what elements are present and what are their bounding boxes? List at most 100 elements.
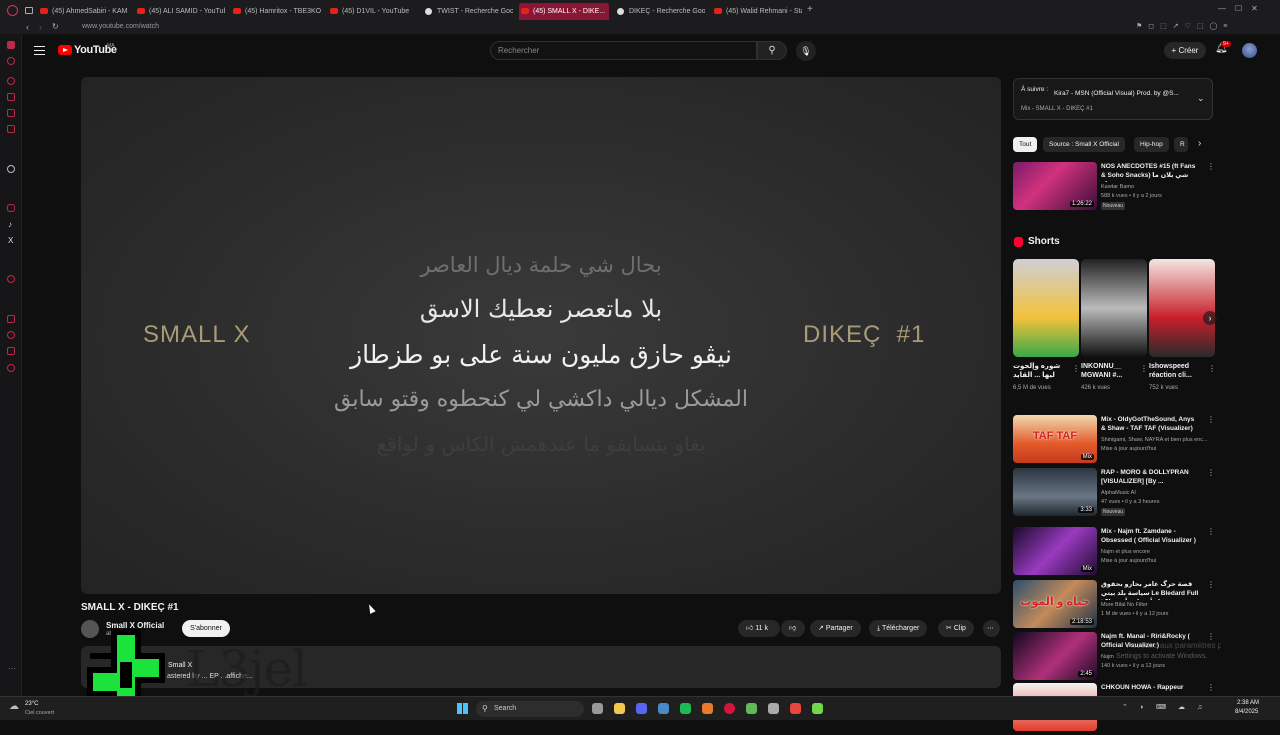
app-icon[interactable]	[746, 703, 757, 714]
short-title[interactable]: Ishowspeed réaction cli...	[1149, 362, 1209, 380]
video-thumbnail[interactable]: TAF TAF Mix	[1013, 415, 1097, 463]
video-title[interactable]: Mix - OldyGotTheSound, Anys & Shaw - TAF…	[1101, 415, 1199, 433]
short-title[interactable]: شوره وإلحوت ليها ... القايد	[1013, 362, 1073, 380]
player-icon[interactable]	[7, 275, 15, 283]
recommended-video[interactable]: 1:26:22 NOS ANECDOTES #15 (ft Fans & Soho…	[1013, 162, 1215, 214]
browser-tab[interactable]: TWIST - Recherche Goog...	[423, 3, 513, 20]
more-vert-icon[interactable]: ⋮	[1072, 364, 1080, 373]
hamburger-menu-icon[interactable]	[34, 46, 45, 55]
new-tab-icon[interactable]: +	[807, 4, 813, 15]
ai-icon[interactable]	[7, 57, 15, 65]
filter-chip[interactable]: Source : Small X Official	[1043, 137, 1125, 152]
download-button[interactable]: ⤓ Télécharger	[869, 620, 928, 637]
more-vert-icon[interactable]: ⋮	[1207, 683, 1215, 692]
browser-tab[interactable]: (45) ALI SAMID - YouTub...	[135, 3, 225, 20]
spotify-icon[interactable]	[680, 703, 691, 714]
taskbar-search[interactable]: ⚲ Search	[476, 701, 584, 717]
video-thumbnail[interactable]: حياة و الموت 2:18:53	[1013, 580, 1097, 628]
home-icon[interactable]	[7, 41, 15, 49]
chevron-down-icon[interactable]: ⌄	[1197, 93, 1205, 104]
system-tray-icons[interactable]: ⌃ ◗ ⌨ ☁ ♫	[1122, 703, 1207, 711]
video-title[interactable]: قصة حرگ عامر بحارو بحقوق سياسة بلد بيتي …	[1101, 580, 1199, 600]
more-vert-icon[interactable]: ⋮	[1207, 527, 1215, 536]
browser-tab[interactable]: (45) AhmedSabiri - KAM...	[38, 3, 128, 20]
chatgpt-icon[interactable]	[7, 165, 15, 173]
weather-temp[interactable]: 23°C	[25, 701, 38, 707]
short-title[interactable]: INKONNU__ MGWANI #...	[1081, 362, 1141, 380]
browser-tab[interactable]: (45) SMALL X - DIKE...	[519, 3, 609, 20]
short-thumbnail[interactable]	[1149, 259, 1215, 357]
recommended-video[interactable]: 3:33 RAP - MORO & DOLLYPRAN [VISUALIZER] …	[1013, 468, 1215, 520]
more-vert-icon[interactable]: ⋮	[1207, 162, 1215, 171]
settings-icon[interactable]	[7, 364, 15, 372]
back-icon[interactable]: ‹	[26, 22, 29, 32]
video-channel[interactable]: More Bilal No Filter	[1101, 602, 1213, 608]
video-channel[interactable]: Shinigami, Shaw, NAYRA et bien plus enc.…	[1101, 437, 1213, 443]
history-icon[interactable]	[7, 77, 15, 85]
shorts-next-icon[interactable]: ›	[1203, 311, 1217, 325]
wallet-icon[interactable]	[7, 109, 15, 117]
video-title[interactable]: CHKOUN HOWA - Rappeur	[1101, 683, 1199, 692]
video-title[interactable]: Mix - Najm ft. Zamdane - Obsessed ( Offi…	[1101, 527, 1199, 545]
filter-chip[interactable]: Tout	[1013, 137, 1038, 152]
video-channel[interactable]: Kawtar Bamo	[1101, 184, 1213, 190]
task-view-icon[interactable]	[592, 703, 603, 714]
video-thumbnail[interactable]: Mix	[1013, 527, 1097, 575]
clip-button[interactable]: ✂ Clip	[938, 620, 974, 637]
tab-view-icon[interactable]	[25, 7, 33, 14]
video-title[interactable]: RAP - MORO & DOLLYPRAN [VISUALIZER] [By …	[1101, 468, 1199, 486]
like-button[interactable]: 👍︎ 11 k	[738, 620, 780, 637]
more-vert-icon[interactable]: ⋮	[1140, 364, 1148, 373]
video-thumbnail[interactable]: 1:26:22	[1013, 162, 1097, 210]
more-vert-icon[interactable]: ⋮	[1207, 468, 1215, 477]
browser-toolbar-icons[interactable]: ⚑◻⬚↗♡⬚◯≡	[1136, 22, 1233, 30]
app-icon[interactable]	[812, 703, 823, 714]
discord-icon[interactable]	[636, 703, 647, 714]
more-vert-icon[interactable]: ⋮	[1207, 632, 1215, 641]
short-thumbnail[interactable]	[1081, 259, 1147, 357]
video-thumbnail[interactable]: 3:33	[1013, 468, 1097, 516]
steam-icon[interactable]	[658, 703, 669, 714]
video-thumbnail[interactable]: 2:45	[1013, 632, 1097, 680]
video-channel[interactable]: AlphaMusic AI	[1101, 490, 1213, 496]
pinboard-icon[interactable]	[7, 315, 15, 323]
recommended-video[interactable]: حياة و الموت 2:18:53 قصة حرگ عامر بحارو بح…	[1013, 580, 1215, 632]
start-button[interactable]	[457, 703, 468, 714]
forward-icon[interactable]: ›	[39, 22, 42, 32]
app-icon[interactable]	[702, 703, 713, 714]
more-icon[interactable]: ⋯	[8, 664, 16, 673]
news-icon[interactable]	[7, 125, 15, 133]
browser-tab[interactable]: DIKEÇ - Recherche Goog...	[615, 3, 705, 20]
create-button[interactable]: + Créer	[1164, 42, 1206, 59]
more-vert-icon[interactable]: ⋮	[1208, 364, 1216, 373]
url-field[interactable]: www.youtube.com/watch	[82, 23, 159, 30]
clock-date[interactable]: 8/4/2025	[1235, 709, 1258, 715]
app-icon[interactable]	[768, 703, 779, 714]
search-button[interactable]: ⚲	[757, 41, 787, 60]
account-avatar[interactable]	[1242, 43, 1257, 58]
bookmark-icon[interactable]	[7, 93, 15, 101]
instagram-icon[interactable]	[7, 204, 15, 212]
browser-tab[interactable]: (45) Hamritox - TBE3KO...	[231, 3, 321, 20]
youtube-logo-icon[interactable]	[58, 45, 72, 55]
reload-icon[interactable]: ↻	[52, 22, 59, 31]
search-input[interactable]: Rechercher	[490, 41, 757, 60]
weather-desc[interactable]: Ciel couvert	[25, 710, 54, 716]
video-title[interactable]: NOS ANECDOTES #15 (ft Fans & Soho Snacks…	[1101, 162, 1199, 182]
video-channel[interactable]: Najm et plus encore	[1101, 549, 1213, 555]
clock-time[interactable]: 2:38 AM	[1237, 700, 1259, 706]
recommended-video[interactable]: Mix Mix - Najm ft. Zamdane - Obsessed ( O…	[1013, 527, 1215, 579]
more-vert-icon[interactable]: ⋮	[1207, 580, 1215, 589]
share-button[interactable]: ↗ Partager	[810, 620, 861, 637]
recommended-video[interactable]: TAF TAF Mix Mix - OldyGotTheSound, Anys & …	[1013, 415, 1215, 467]
browser-tab[interactable]: (45) Walid Rehmani - Sta...	[712, 3, 802, 20]
opera-icon[interactable]	[724, 703, 735, 714]
subscribe-button[interactable]: S'abonner	[182, 620, 230, 637]
short-thumbnail[interactable]	[1013, 259, 1079, 357]
browser-menu-icon[interactable]	[7, 5, 18, 16]
more-vert-icon[interactable]: ⋮	[1207, 415, 1215, 424]
x-icon[interactable]: X	[8, 236, 13, 245]
chips-next-icon[interactable]: ›	[1198, 138, 1201, 149]
dislike-button[interactable]: 👎︎	[781, 620, 805, 637]
filter-chip[interactable]: R	[1174, 137, 1188, 152]
